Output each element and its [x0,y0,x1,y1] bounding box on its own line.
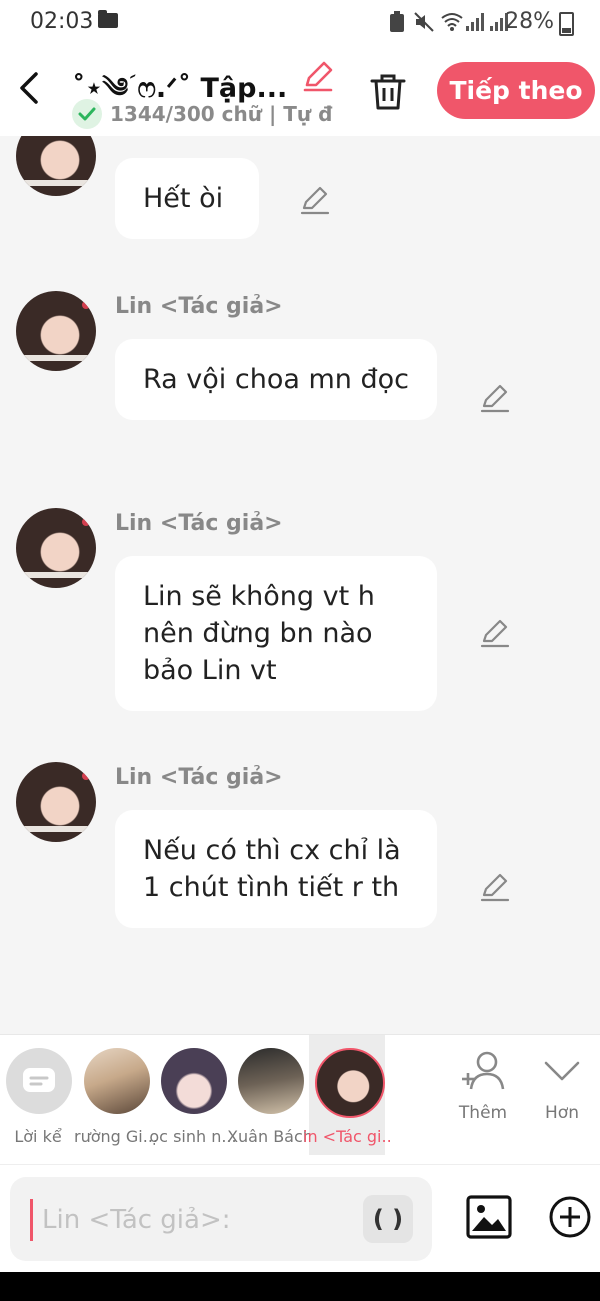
status-bar: 02:03 28% [0,0,600,46]
edit-message-icon[interactable] [478,381,512,415]
chevron-down-icon [544,1061,580,1081]
message-bubble[interactable]: Ra vội choa mn đọc [115,339,437,420]
battery-percent: 28% [505,9,554,34]
sender-name: Lin <Tác giả> [115,294,283,319]
edit-message-icon[interactable] [478,616,512,650]
edit-message-icon[interactable] [478,870,512,904]
add-plus-icon[interactable] [548,1195,592,1239]
sender-name: Lin <Tác giả> [115,765,283,790]
edit-message-icon[interactable] [298,183,332,217]
word-count: 1344/300 chữ | Tự đ [110,102,333,126]
next-button[interactable]: Tiếp theo [437,62,595,119]
message-bubble[interactable]: Hết òi [115,158,259,239]
system-nav-bar [0,1272,600,1301]
character-item-selected[interactable]: in <Tác gi... [303,1035,391,1155]
character-item[interactable]: rường Gi... [74,1035,158,1155]
trash-icon[interactable] [366,70,410,114]
character-label: Xuân Bách [227,1127,313,1146]
parentheses-button[interactable]: ( ) [363,1195,413,1243]
folder-icon [98,10,118,28]
character-label: Lời kể [14,1127,62,1146]
character-label: ọc sinh n... [149,1127,237,1146]
message-input[interactable] [40,1195,364,1245]
recycle-icon [390,11,404,32]
edit-title-icon[interactable] [300,58,336,94]
avatar [315,1048,385,1118]
add-person-icon [462,1051,505,1090]
add-label: Thêm [458,1103,508,1123]
character-narrator[interactable]: Lời kể [0,1035,76,1155]
message-input-wrapper[interactable]: ( ) [10,1177,432,1261]
wifi-icon [441,13,463,31]
avatar [16,136,96,196]
avatar [84,1048,150,1114]
message-bubble[interactable]: Nếu có thì cx chỉ là 1 chút tình tiết r … [115,810,437,928]
more-button[interactable]: Hơn [527,1049,597,1123]
top-app-bar: ˚⋆༄ؘ ෆ.ᐟ˚ Tập... 1344/300 chữ | Tự đ Tiế… [0,46,600,136]
composer-bar: ( ) [0,1164,600,1273]
avatar [161,1048,227,1114]
check-icon [72,99,102,129]
image-icon[interactable] [466,1195,512,1239]
more-label: Hơn [545,1103,579,1123]
mute-icon [414,12,434,32]
message-bubble[interactable]: Lin sẽ không vt h nên đừng bn nào bảo Li… [115,556,437,711]
sender-name: Lin <Tác giả> [115,511,283,536]
add-character-button[interactable]: Thêm [448,1049,518,1123]
narrator-icon [6,1048,72,1114]
avatar [16,508,96,588]
character-label: rường Gi... [74,1127,158,1146]
back-arrow-icon[interactable] [14,66,48,110]
text-caret [30,1199,33,1241]
chat-area[interactable]: Hết òi Lin <Tác giả> Ra vội choa mn đọc … [0,136,600,1034]
signal-icon [466,11,484,31]
character-bar: Lời kể rường Gi... ọc sinh n... Xuân Bác… [0,1034,600,1165]
word-count-row: 1344/300 chữ | Tự đ [72,98,334,130]
avatar [16,762,96,842]
avatar [16,291,96,371]
status-time: 02:03 [30,9,94,34]
character-item[interactable]: ọc sinh n... [149,1035,237,1155]
character-item[interactable]: Xuân Bách [227,1035,313,1155]
avatar [238,1048,304,1114]
character-label: in <Tác gi... [303,1127,391,1146]
battery-icon [559,12,574,36]
